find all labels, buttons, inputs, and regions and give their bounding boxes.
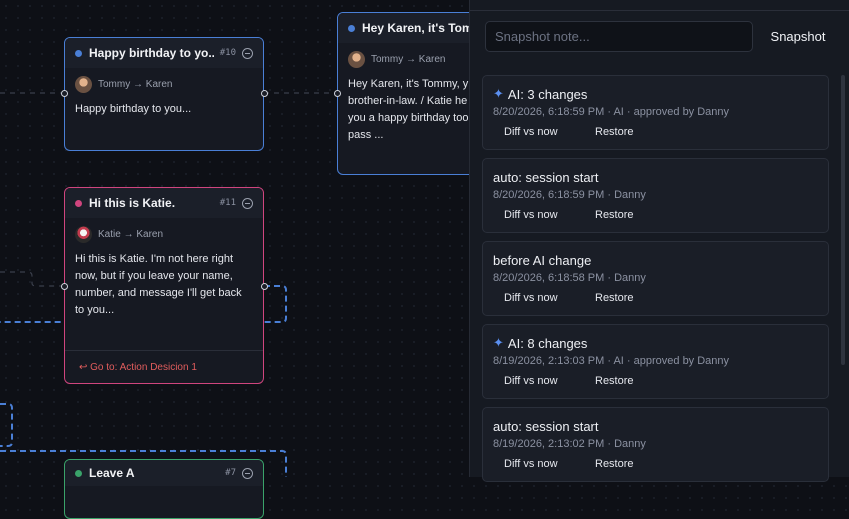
- snapshot-meta: 8/20/2026, 6:18:58 PM · Danny: [493, 272, 646, 284]
- node-title: Hey Karen, it's Tomm...: [362, 21, 486, 35]
- avatar: [75, 76, 92, 93]
- status-dot: [348, 24, 355, 32]
- node-title: Hi this is Katie.: [89, 196, 176, 210]
- body-line: Hey Karen, it's Tommy, y: [348, 78, 469, 90]
- snapshot-title-row: ✦ AI: 3 changes: [493, 85, 818, 103]
- snapshot-title-row: auto: session start: [493, 168, 818, 186]
- snapshot-title: AI: 8 changes: [507, 335, 588, 351]
- snapshot-item: before AI change 8/20/2026, 6:18:58 PM ·…: [482, 241, 829, 316]
- snapshot-actions: Diff vs now Restore: [493, 375, 818, 387]
- speaker-from: Katie: [98, 229, 121, 240]
- snapshot-title-row: ✦ AI: 8 changes: [493, 334, 818, 352]
- diff-button[interactable]: Diff vs now: [504, 458, 595, 470]
- minus-circle-icon[interactable]: [242, 47, 253, 59]
- status-dot: [75, 199, 82, 207]
- output-handle[interactable]: [261, 90, 268, 97]
- snapshot-title-row: auto: session start: [493, 417, 818, 435]
- restore-button[interactable]: Restore: [595, 375, 634, 387]
- node-header[interactable]: Leave A #7: [65, 460, 263, 486]
- diff-button[interactable]: Diff vs now: [504, 292, 595, 304]
- diff-button[interactable]: Diff vs now: [504, 209, 595, 221]
- snapshot-item: ✦ AI: 8 changes 8/19/2026, 2:13:03 PM · A…: [482, 324, 829, 399]
- input-handle[interactable]: [61, 283, 68, 290]
- edge-into-katie: [0, 271, 64, 287]
- node-speaker-row: Tommy → Karen: [65, 68, 263, 97]
- sparkle-icon: ✦: [493, 335, 504, 350]
- minus-circle-icon[interactable]: [242, 197, 253, 209]
- snapshot-button[interactable]: Snapshot: [763, 21, 833, 52]
- diff-button[interactable]: Diff vs now: [504, 375, 595, 387]
- snapshot-note-input[interactable]: [485, 21, 753, 52]
- snapshot-meta: 8/19/2026, 2:13:02 PM · Danny: [493, 438, 646, 450]
- goto-link[interactable]: ↩ Go to: Action Desicion 1: [65, 350, 263, 383]
- snapshot-meta: 8/19/2026, 2:13:03 PM · AI · approved by…: [493, 355, 730, 367]
- node-number: #10: [219, 48, 236, 58]
- restore-button[interactable]: Restore: [595, 126, 634, 138]
- snapshot-title: auto: session start: [493, 169, 599, 185]
- sparkle-icon: ✦: [493, 86, 504, 101]
- snapshot-title: auto: session start: [493, 418, 599, 434]
- avatar: [348, 51, 365, 68]
- body-line: pass ...: [348, 129, 384, 141]
- restore-button[interactable]: Restore: [595, 292, 634, 304]
- snapshot-list: ✦ AI: 3 changes 8/20/2026, 6:18:59 PM · A…: [482, 75, 829, 490]
- snapshot-title-row: before AI change: [493, 251, 818, 269]
- node-header[interactable]: Hi this is Katie. #11: [65, 188, 263, 218]
- arrow-icon: →: [133, 79, 144, 90]
- avatar: [75, 226, 92, 243]
- node-body: Hi this is Katie. I'm not here right now…: [75, 253, 242, 316]
- speaker-from: Tommy: [98, 79, 131, 90]
- node-title: Leave A: [89, 466, 135, 480]
- restore-button[interactable]: Restore: [595, 209, 634, 221]
- snapshot-meta: 8/20/2026, 6:18:59 PM · Danny: [493, 189, 646, 201]
- snapshot-title: before AI change: [493, 252, 592, 268]
- node-happy-birthday[interactable]: Happy birthday to yo... #10 Tommy → Kare…: [64, 37, 264, 151]
- node-number: #11: [219, 198, 236, 208]
- node-speaker-row: Katie → Karen: [65, 218, 263, 247]
- scrollbar[interactable]: [841, 75, 845, 365]
- node-body: Happy birthday to you...: [75, 103, 192, 115]
- body-line: you a happy birthday too: [348, 112, 469, 124]
- diff-button[interactable]: Diff vs now: [504, 126, 595, 138]
- output-handle[interactable]: [261, 283, 268, 290]
- panel-divider: [470, 0, 849, 11]
- snapshot-actions: Diff vs now Restore: [493, 209, 818, 221]
- edge-left-loop: [0, 403, 13, 447]
- arrow-icon: →: [406, 54, 417, 65]
- input-handle[interactable]: [334, 90, 341, 97]
- status-dot: [75, 469, 82, 477]
- snapshot-item: ✦ AI: 3 changes 8/20/2026, 6:18:59 PM · A…: [482, 75, 829, 150]
- node-title: Happy birthday to yo...: [89, 46, 214, 60]
- body-line: brother-in-law. / Katie he: [348, 95, 468, 107]
- node-hi-katie[interactable]: Hi this is Katie. #11 Katie → Karen Hi t…: [64, 187, 264, 384]
- status-dot: [75, 49, 82, 57]
- speaker-to: Karen: [418, 54, 446, 65]
- snapshot-actions: Diff vs now Restore: [493, 458, 818, 470]
- snapshot-item: auto: session start 8/20/2026, 6:18:59 P…: [482, 158, 829, 233]
- speaker-to: Karen: [145, 79, 173, 90]
- snapshot-item: auto: session start 8/19/2026, 2:13:02 P…: [482, 407, 829, 482]
- snapshot-actions: Diff vs now Restore: [493, 126, 818, 138]
- node-header[interactable]: Happy birthday to yo... #10: [65, 38, 263, 68]
- speaker-to: Karen: [136, 229, 164, 240]
- snapshot-panel: Snapshot ✦AI: 3 changes 8/20/2026, 6:18:…: [469, 0, 849, 482]
- restore-button[interactable]: Restore: [595, 458, 634, 470]
- snapshot-actions: Diff vs now Restore: [493, 292, 818, 304]
- input-handle[interactable]: [61, 90, 68, 97]
- node-leave-a[interactable]: Leave A #7: [64, 459, 264, 519]
- arrow-icon: →: [123, 229, 134, 240]
- snapshot-meta: 8/20/2026, 6:18:59 PM · AI · approved by…: [493, 106, 730, 118]
- snapshot-title: AI: 3 changes: [507, 86, 588, 102]
- speaker-from: Tommy: [371, 54, 404, 65]
